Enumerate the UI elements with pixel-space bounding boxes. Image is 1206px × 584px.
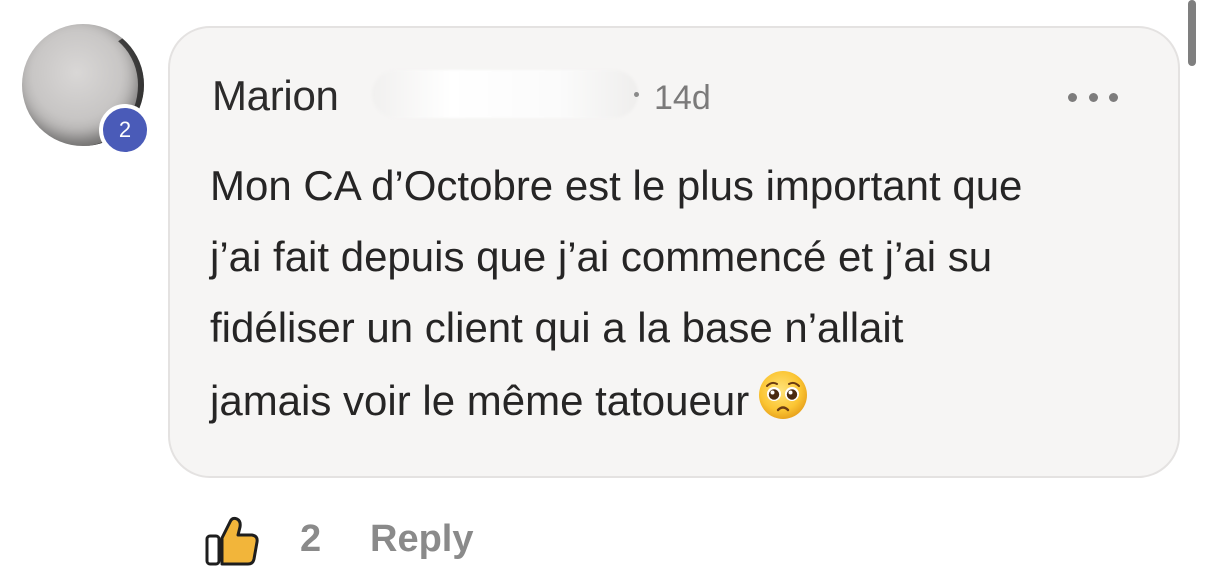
separator-dot	[634, 92, 639, 97]
comment-thread: 2 Marion 14d Mon CA d’Octobre est le plu…	[0, 0, 1206, 584]
scrollbar[interactable]	[1188, 0, 1196, 66]
pleading-face-icon	[759, 371, 808, 419]
like-count: 2	[300, 518, 322, 560]
comment-text: Mon CA d’Octobre est le plus important q…	[210, 150, 1160, 436]
timestamp: 14d	[654, 79, 711, 117]
comment-line: fidéliser un client qui a la base n’alla…	[210, 304, 904, 351]
redacted-surname	[372, 70, 638, 118]
more-dot	[1068, 92, 1077, 102]
more-dot	[1088, 92, 1098, 102]
more-options-icon[interactable]	[1068, 82, 1118, 112]
comment-line-text: jamais voir le même tatoueur	[210, 377, 750, 424]
comment-line: Mon CA d’Octobre est le plus important q…	[210, 162, 1023, 209]
reply-button[interactable]: Reply	[370, 518, 473, 561]
avatar-badge: 2	[99, 104, 151, 156]
comment-line: j’ai fait depuis que j’ai commencé et j’…	[210, 233, 993, 280]
author-name[interactable]: Marion	[212, 72, 339, 120]
thumbs-up-icon[interactable]	[204, 514, 260, 568]
comment-line-last: jamais voir le même tatoueur	[210, 363, 1160, 436]
more-dot	[1109, 92, 1118, 102]
